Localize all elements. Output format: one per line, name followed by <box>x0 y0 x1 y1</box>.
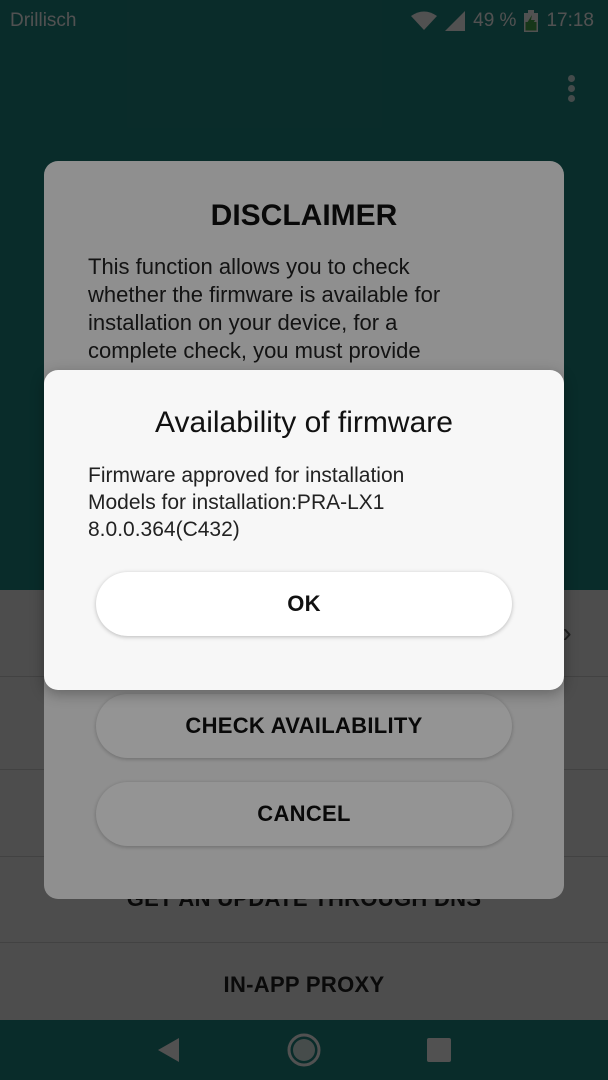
availability-message: Firmware approved for installation Model… <box>88 464 405 541</box>
availability-title: Availability of firmware <box>155 406 453 439</box>
availability-dialog: Availability of firmware Firmware approv… <box>44 370 564 690</box>
ok-button[interactable]: OK <box>96 572 512 636</box>
